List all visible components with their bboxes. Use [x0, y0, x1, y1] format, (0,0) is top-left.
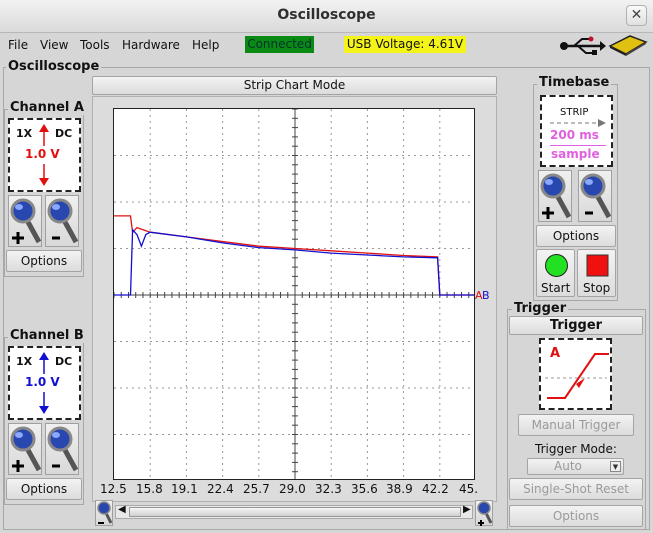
menu-hardware[interactable]: Hardware — [122, 38, 180, 52]
x-tick-label: 19.1 — [171, 482, 198, 496]
channel-a-volts: 1.0 V — [25, 147, 60, 161]
display-mode-title: Strip Chart Mode — [92, 76, 497, 95]
stop-icon — [586, 254, 609, 277]
x-tick-label: 22.4 — [207, 482, 234, 496]
zoom-out-icon — [47, 426, 79, 472]
channel-a-zoom-in-button[interactable] — [8, 195, 42, 247]
time-scrollbar-thumb[interactable] — [129, 507, 461, 517]
time-zoom-out-button[interactable] — [95, 500, 113, 526]
oscilloscope-label: Oscilloscope — [6, 59, 102, 74]
channel-b-title: Channel B — [8, 328, 86, 343]
trigger-title: Trigger — [512, 301, 569, 316]
manual-trigger-button[interactable]: Manual Trigger — [518, 414, 634, 436]
device-icon — [608, 35, 648, 56]
timebase-zoom-in-button[interactable] — [538, 170, 572, 222]
timebase-title: Timebase — [537, 75, 612, 90]
start-icon — [545, 254, 568, 277]
scope-plot[interactable] — [113, 108, 475, 480]
channel-a-zoom-out-button[interactable] — [45, 195, 79, 247]
channel-b-zoom-in-button[interactable] — [8, 423, 42, 475]
zoom-in-icon — [10, 426, 42, 472]
trigger-mode-value: Auto — [554, 459, 582, 473]
timebase-options-button[interactable]: Options — [536, 225, 616, 247]
trigger-settings[interactable]: A — [539, 338, 612, 410]
start-button[interactable]: Start — [536, 249, 575, 297]
zoom-out-icon — [47, 198, 79, 244]
x-tick-label: 38.9 — [386, 482, 413, 496]
trigger-options-button[interactable]: Options — [509, 505, 643, 527]
scroll-left-arrow-icon[interactable]: ◀ — [118, 504, 126, 515]
single-shot-reset-button[interactable]: Single-Shot Reset — [509, 478, 643, 500]
channel-a-probe: 1X — [16, 127, 33, 140]
channel-b-settings[interactable]: 1X DC 1.0 V — [8, 346, 81, 420]
menu-tools[interactable]: Tools — [80, 38, 110, 52]
channel-a-title: Channel A — [8, 100, 86, 115]
timebase-mode: STRIP — [560, 107, 589, 118]
x-tick-label: 12.5 — [100, 482, 127, 496]
x-tick-label: 29.0 — [279, 482, 306, 496]
start-label: Start — [541, 281, 571, 295]
connection-status: Connected — [245, 36, 314, 53]
trigger-mode-label: Trigger Mode: — [535, 442, 617, 456]
close-button[interactable]: ✕ — [626, 5, 647, 26]
zoom-in-icon — [10, 198, 42, 244]
timebase-arrow-icon — [550, 119, 606, 127]
menu-file[interactable]: File — [8, 38, 28, 52]
timebase-time-per-div: 200 ms — [550, 128, 599, 142]
usb-voltage-status: USB Voltage: 4.61V — [344, 36, 466, 53]
chevron-down-icon[interactable]: ▼ — [610, 461, 621, 472]
timebase-divider — [550, 145, 606, 146]
menu-bar: File View Tools Hardware Help Connected … — [0, 33, 653, 58]
window-title: Oscilloscope — [277, 7, 376, 23]
channel-a-coupling: DC — [55, 127, 73, 140]
zoom-in-icon — [477, 501, 493, 526]
zoom-out-icon — [97, 501, 113, 524]
scope-grid — [114, 109, 474, 479]
zoom-in-icon — [540, 173, 572, 219]
x-tick-label: 35.6 — [351, 482, 378, 496]
trigger-slope-icon — [545, 353, 609, 399]
channel-b-probe: 1X — [16, 355, 33, 368]
stop-label: Stop — [583, 281, 611, 295]
horizontal-scroll-area: ◀ ▶ — [95, 500, 495, 528]
trace-b-marker: B — [482, 289, 490, 302]
channel-b-volts: 1.0 V — [25, 375, 60, 389]
channel-b-coupling: DC — [55, 355, 73, 368]
x-tick-label: 42.2 — [422, 482, 449, 496]
time-scrollbar[interactable]: ◀ ▶ — [115, 504, 473, 519]
trigger-mode-select[interactable]: Auto ▼ — [527, 458, 624, 475]
x-tick-label: 15.8 — [136, 482, 163, 496]
stop-button[interactable]: Stop — [577, 249, 616, 297]
zoom-out-icon — [580, 173, 612, 219]
timebase-settings[interactable]: STRIP 200 ms sample — [540, 95, 613, 167]
channel-a-options-button[interactable]: Options — [6, 250, 82, 272]
menu-view[interactable]: View — [40, 38, 68, 52]
x-tick-label: 32.3 — [315, 482, 342, 496]
trigger-header: Trigger — [509, 316, 643, 335]
channel-a-settings[interactable]: 1X DC 1.0 V — [8, 118, 81, 192]
x-tick-label: 45. — [459, 482, 479, 496]
usb-icon — [560, 36, 606, 55]
title-bar: Oscilloscope ✕ — [0, 0, 653, 33]
timebase-unit: sample — [551, 147, 600, 161]
menu-help[interactable]: Help — [192, 38, 219, 52]
scroll-right-arrow-icon[interactable]: ▶ — [463, 504, 471, 515]
channel-b-options-button[interactable]: Options — [6, 478, 82, 500]
x-tick-label: 25.7 — [243, 482, 270, 496]
timebase-zoom-out-button[interactable] — [578, 170, 612, 222]
time-zoom-in-button[interactable] — [475, 500, 493, 526]
channel-b-zoom-out-button[interactable] — [45, 423, 79, 475]
